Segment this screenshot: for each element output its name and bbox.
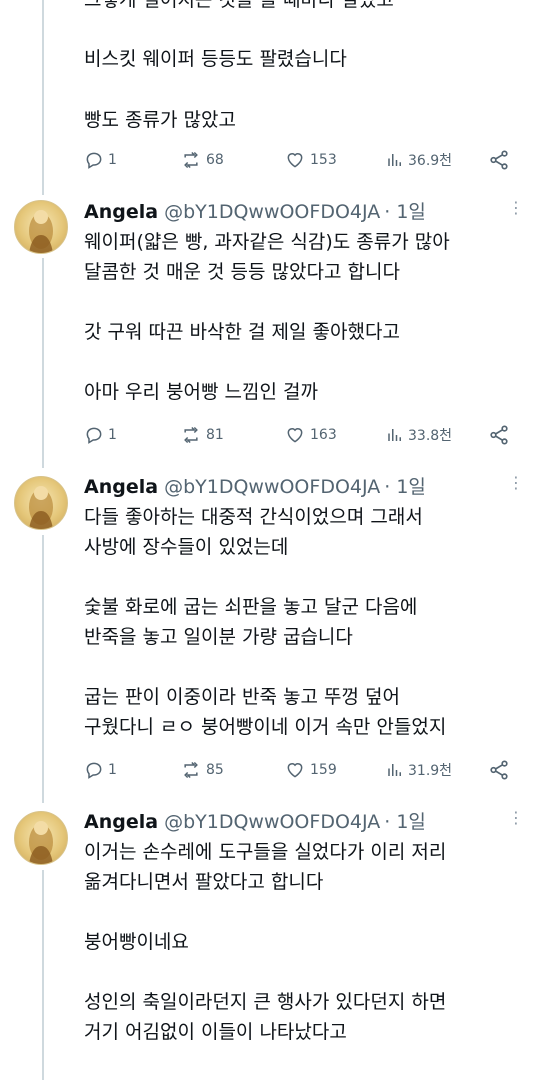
share-icon xyxy=(490,150,508,170)
thread-line xyxy=(42,870,44,1080)
reply-count: 1 xyxy=(108,427,117,443)
views-icon xyxy=(388,429,401,441)
post-text-line: 거기 어김없이 이들이 나타났다고 xyxy=(84,1021,347,1043)
repost-button[interactable]: 85 xyxy=(180,760,224,780)
author-handle[interactable]: @bY1DQwwOOFDO4JA xyxy=(164,474,380,500)
avatar[interactable] xyxy=(14,476,68,530)
like-count: 159 xyxy=(310,762,337,778)
heart-icon xyxy=(287,153,303,168)
repost-count: 85 xyxy=(206,762,224,778)
post-text-line: 성인의 축일이라던지 큰 행사가 있다던지 하면 xyxy=(84,991,447,1013)
view-count: 33.8천 xyxy=(408,428,453,444)
views-icon xyxy=(388,764,401,776)
post-text-line: 사방에 장수들이 있었는데 xyxy=(84,536,289,558)
heart-icon xyxy=(287,428,303,443)
reply-count: 1 xyxy=(108,762,117,778)
reply-icon xyxy=(86,762,102,779)
more-options-icon[interactable]: ⋮ xyxy=(508,810,524,826)
post-text-line: 아마 우리 붕어빵 느낌인 걸까 xyxy=(84,381,318,403)
repost-icon xyxy=(184,151,198,169)
views-icon xyxy=(388,154,401,166)
share-button[interactable] xyxy=(488,759,510,781)
avatar[interactable] xyxy=(14,200,68,254)
author-name[interactable]: Angela xyxy=(84,809,158,835)
view-count: 36.9천 xyxy=(408,153,453,169)
avatar-image xyxy=(29,486,53,529)
tweet: Angela @bY1DQwwOOFDO4JA · 1일 ⋮ 이거는 손수레에 … xyxy=(84,809,524,1047)
post-actions: 1 85 159 31.9천 xyxy=(84,758,510,782)
tweet-header: Angela @bY1DQwwOOFDO4JA · 1일 xyxy=(84,809,524,835)
post-text-line: 비스킷 웨이퍼 등등도 팔렸습니다 xyxy=(84,48,347,70)
author-handle[interactable]: @bY1DQwwOOFDO4JA xyxy=(164,199,380,225)
post-time[interactable]: · 1일 xyxy=(384,474,426,500)
post-actions: 1 81 163 33.8천 xyxy=(84,423,510,447)
avatar[interactable] xyxy=(14,811,68,865)
reply-button[interactable]: 1 xyxy=(84,760,117,780)
views-button[interactable]: 36.9천 xyxy=(386,150,452,170)
more-options-icon[interactable]: ⋮ xyxy=(508,475,524,491)
like-button[interactable]: 163 xyxy=(284,425,337,445)
like-count: 163 xyxy=(310,427,337,443)
repost-button[interactable]: 68 xyxy=(180,150,224,170)
post-text-line: 웨이퍼(얇은 빵, 과자같은 식감)도 종류가 많아 xyxy=(84,231,450,253)
reply-icon xyxy=(86,427,102,444)
share-button[interactable] xyxy=(488,424,510,446)
post-text-line: 반죽을 놓고 일이분 가량 굽습니다 xyxy=(84,626,353,648)
post-text-line: 굽는 판이 이중이라 반죽 놓고 뚜껑 덮어 xyxy=(84,686,400,708)
post-text-line: 갓 구워 따끈 바삭한 걸 제일 좋아했다고 xyxy=(84,321,400,343)
post-text-line: 숯불 화로에 굽는 쇠판을 놓고 달군 다음에 xyxy=(84,596,418,618)
post-time[interactable]: · 1일 xyxy=(384,199,426,225)
tweet: Angela @bY1DQwwOOFDO4JA · 1일 ⋮ 웨이퍼(얇은 빵,… xyxy=(84,199,524,407)
avatar-image xyxy=(29,821,53,864)
reply-button[interactable]: 1 xyxy=(84,425,117,445)
more-options-icon[interactable]: ⋮ xyxy=(508,200,524,216)
view-count: 31.9천 xyxy=(408,763,453,779)
repost-icon xyxy=(184,426,198,444)
post-text-line: 붕어빵이네요 xyxy=(84,931,189,953)
post-time[interactable]: · 1일 xyxy=(384,809,426,835)
repost-button[interactable]: 81 xyxy=(180,425,224,445)
post-actions: 1 68 153 36.9천 xyxy=(84,148,510,172)
views-button[interactable]: 33.8천 xyxy=(386,425,452,445)
author-name[interactable]: Angela xyxy=(84,199,158,225)
repost-icon xyxy=(184,761,198,779)
share-icon xyxy=(490,425,508,445)
tweet-header: Angela @bY1DQwwOOFDO4JA · 1일 xyxy=(84,199,524,225)
tweet-header: Angela @bY1DQwwOOFDO4JA · 1일 xyxy=(84,474,524,500)
thread-line xyxy=(42,258,44,468)
post-text-line: 구웠다니 ㄹㅇ 붕어빵이네 이거 속만 안들었지 xyxy=(84,716,447,738)
share-button[interactable] xyxy=(488,149,510,171)
post-text-line: 빵도 종류가 많았고 xyxy=(84,109,236,131)
author-name[interactable]: Angela xyxy=(84,474,158,500)
like-count: 153 xyxy=(310,152,337,168)
heart-icon xyxy=(287,763,303,778)
repost-count: 81 xyxy=(206,427,224,443)
like-button[interactable]: 159 xyxy=(284,760,337,780)
post-text-line: 달콤한 것 매운 것 등등 많았다고 합니다 xyxy=(84,261,400,283)
views-button[interactable]: 31.9천 xyxy=(386,760,452,780)
avatar-image xyxy=(29,210,53,253)
reply-icon xyxy=(86,152,102,169)
like-button[interactable]: 153 xyxy=(284,150,337,170)
reply-button[interactable]: 1 xyxy=(84,150,117,170)
repost-count: 68 xyxy=(206,152,224,168)
post-text-line: 그렇게 벌어지는 것을 볼 때마다 알았고 xyxy=(84,0,394,11)
thread-line xyxy=(42,535,44,803)
post-text-line: 이거는 손수레에 도구들을 실었다가 이리 저리 xyxy=(84,841,447,863)
tweet: Angela @bY1DQwwOOFDO4JA · 1일 ⋮ 다들 좋아하는 대… xyxy=(84,474,524,742)
post-text-line: 다들 좋아하는 대중적 간식이었으며 그래서 xyxy=(84,506,423,528)
author-handle[interactable]: @bY1DQwwOOFDO4JA xyxy=(164,809,380,835)
share-icon xyxy=(490,760,508,780)
post-text-line: 옮겨다니면서 팔았다고 합니다 xyxy=(84,871,324,893)
thread-line xyxy=(42,0,44,195)
reply-count: 1 xyxy=(108,152,117,168)
